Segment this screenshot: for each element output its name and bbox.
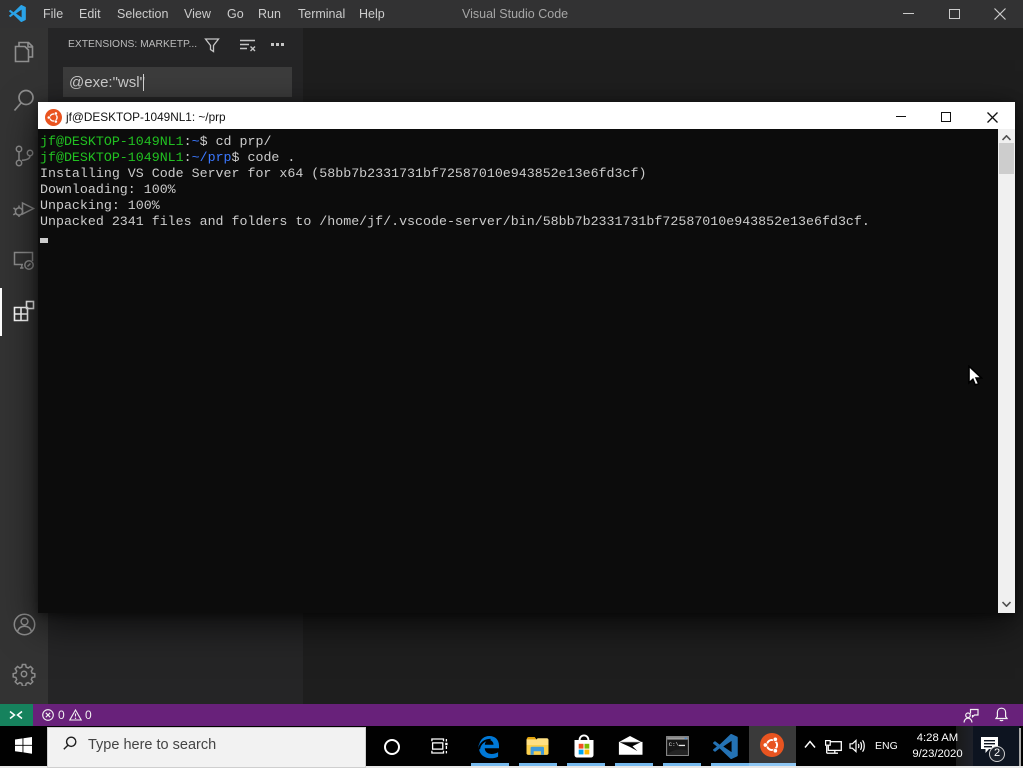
svg-text:C:\: C:\ [669, 741, 680, 748]
